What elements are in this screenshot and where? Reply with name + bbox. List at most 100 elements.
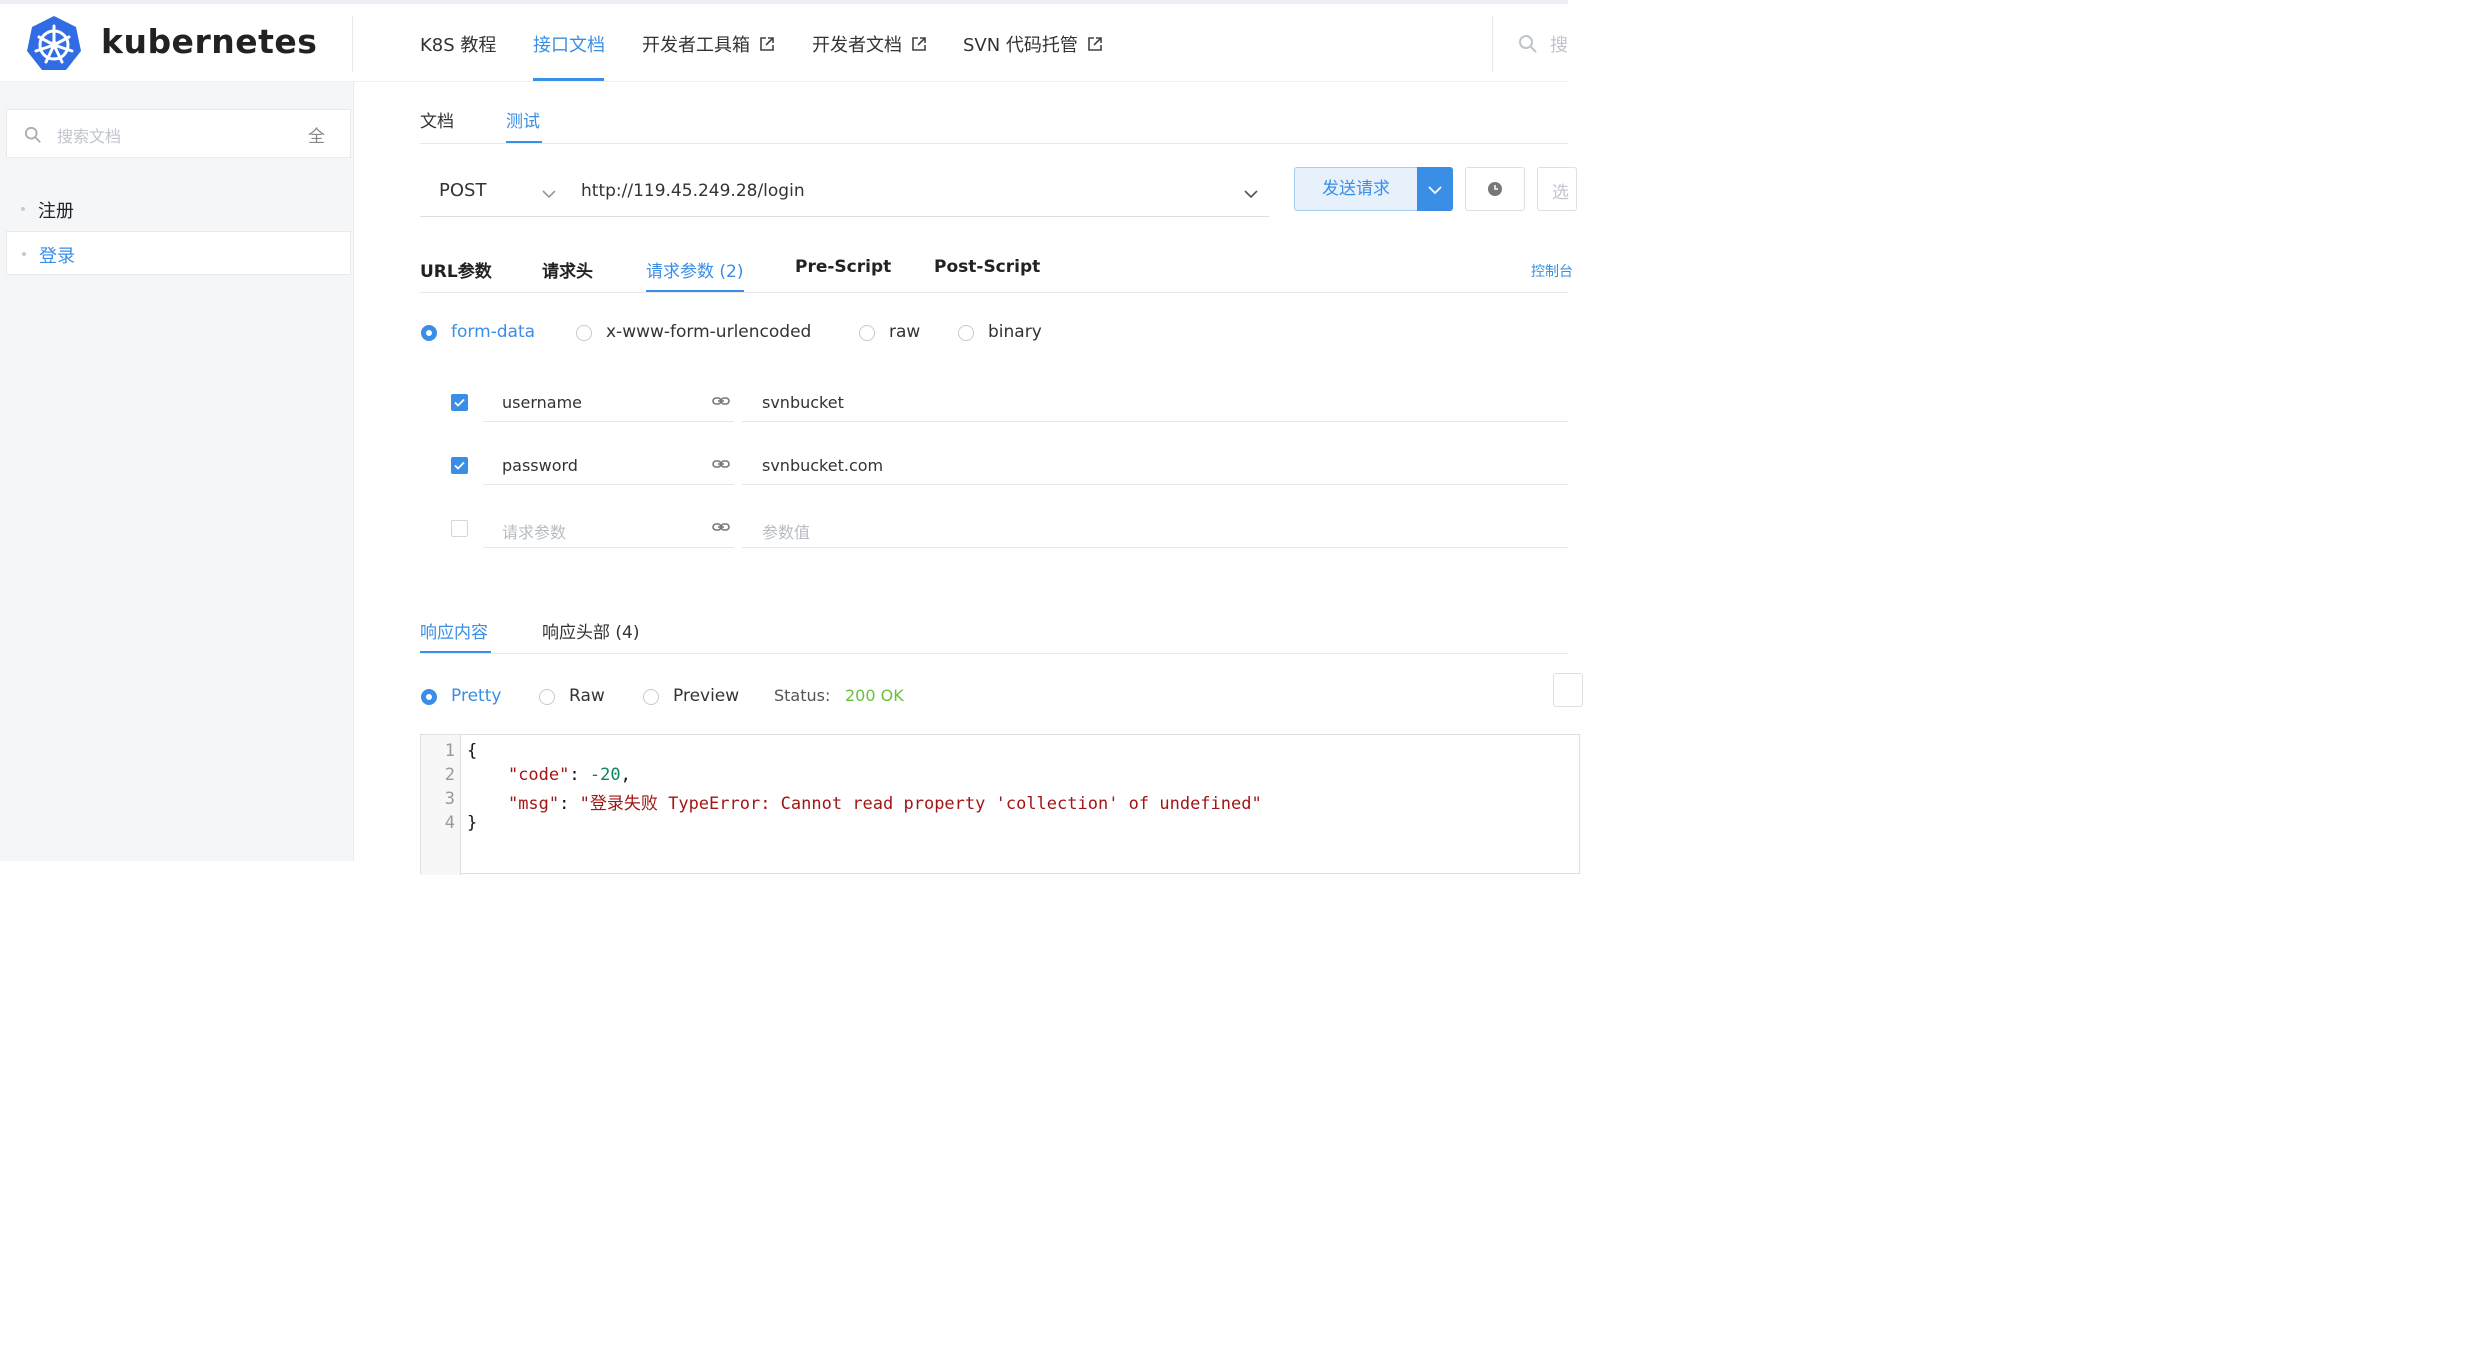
search-scope-toggle[interactable]: 全 [308, 122, 325, 147]
param-value-input[interactable]: svnbucket [762, 393, 844, 412]
nav-api-docs[interactable]: 接口文档 [533, 31, 605, 57]
status-label: Status: [774, 686, 831, 705]
radio-form-data[interactable] [421, 325, 437, 341]
value-underline [742, 484, 1568, 485]
code-line: "code": -20, [507, 765, 631, 785]
radio-binary[interactable] [958, 325, 974, 341]
response-body-editor[interactable]: 1 2 3 4 { "code": -20, "msg": "登录失败 Type… [420, 734, 1580, 875]
bullet-dot [22, 252, 26, 256]
nav-label: 开发者工具箱 [642, 35, 750, 56]
chevron-down-icon[interactable] [542, 184, 556, 203]
nav-label: SVN 代码托管 [963, 35, 1078, 56]
external-link-icon [1082, 36, 1103, 54]
sidebar-item-register[interactable]: 注册 [6, 187, 351, 231]
tab-request-params[interactable]: 请求参数 (2) [646, 257, 743, 282]
value-underline [742, 421, 1568, 422]
send-request-button[interactable]: 发送请求 [1294, 167, 1418, 211]
param-checkbox-new[interactable] [451, 520, 468, 537]
sidebar-search-input[interactable]: 搜索文档 [57, 123, 121, 147]
url-input[interactable]: http://119.45.249.28/login [581, 181, 805, 201]
method-select[interactable]: POST [439, 180, 486, 201]
history-button[interactable] [1465, 167, 1525, 211]
tab-pre-script[interactable]: Pre-Script [795, 257, 891, 277]
param-value-input[interactable]: svnbucket.com [762, 456, 883, 475]
json-string: "登录失败 TypeError: Cannot read property 'c… [579, 794, 1262, 814]
external-link-icon [754, 36, 775, 54]
key-underline [483, 421, 734, 422]
code-line: { [467, 741, 478, 761]
radio-label-pretty[interactable]: Pretty [451, 686, 501, 706]
nav-active-indicator [533, 78, 604, 81]
nav-label: 开发者文档 [812, 35, 902, 56]
tab-docs[interactable]: 文档 [420, 107, 454, 132]
response-action-button[interactable] [1553, 673, 1583, 707]
radio-label-raw[interactable]: raw [889, 322, 920, 342]
tab-url-params[interactable]: URL参数 [420, 257, 492, 282]
console-link[interactable]: 控制台 [1531, 261, 1573, 281]
chevron-down-icon[interactable] [1244, 184, 1258, 203]
response-tabs-divider [420, 653, 1568, 654]
check-icon [454, 398, 465, 407]
radio-urlencoded[interactable] [576, 325, 592, 341]
param-key-input[interactable]: password [502, 456, 578, 475]
sidebar: 搜索文档 全 注册 登录 [0, 82, 354, 861]
param-value-input[interactable]: 参数值 [762, 519, 810, 543]
bullet-dot [21, 207, 25, 211]
brand-name[interactable]: kubernetes [101, 22, 317, 61]
search-icon[interactable] [1518, 34, 1538, 58]
code-line: "msg": "登录失败 TypeError: Cannot read prop… [507, 794, 1262, 814]
radio-label-preview[interactable]: Preview [673, 686, 739, 706]
tab-response-body[interactable]: 响应内容 [420, 618, 488, 643]
json-key: "code" [507, 765, 570, 785]
more-button[interactable]: 选 [1537, 167, 1577, 211]
check-icon [454, 461, 465, 470]
nav-k8s-tutorial[interactable]: K8S 教程 [420, 31, 496, 57]
radio-preview[interactable] [643, 689, 659, 705]
line-number: 2 [444, 765, 455, 785]
tab-post-script[interactable]: Post-Script [934, 257, 1040, 277]
link-icon [712, 393, 730, 412]
value-underline [742, 547, 1568, 548]
radio-label-urlencoded[interactable]: x-www-form-urlencoded [606, 322, 811, 342]
link-icon [712, 456, 730, 475]
link-icon [712, 519, 730, 538]
radio-pretty[interactable] [421, 689, 437, 705]
search-icon [24, 126, 42, 148]
param-key-input[interactable]: 请求参数 [502, 519, 566, 543]
param-checkbox-password[interactable] [451, 457, 468, 474]
line-number: 4 [444, 813, 455, 833]
tab-headers[interactable]: 请求头 [542, 257, 593, 282]
url-underline [420, 216, 1269, 217]
json-key: "msg" [507, 794, 560, 814]
send-dropdown-button[interactable] [1417, 167, 1453, 211]
radio-raw[interactable] [859, 325, 875, 341]
sidebar-item-login[interactable]: 登录 [6, 231, 351, 275]
nav-dev-docs[interactable]: 开发者文档 [812, 31, 927, 57]
key-underline [483, 484, 734, 485]
nav-dev-toolbox[interactable]: 开发者工具箱 [642, 31, 775, 57]
key-underline [483, 547, 734, 548]
nav-svn-hosting[interactable]: SVN 代码托管 [963, 31, 1103, 57]
param-key-input[interactable]: username [502, 393, 582, 412]
line-number: 1 [444, 741, 455, 761]
line-number-gutter: 1 2 3 4 [421, 735, 461, 875]
header-divider-right [1492, 16, 1493, 72]
radio-label-raw-view[interactable]: Raw [569, 686, 605, 706]
sidebar-item-label: 登录 [39, 246, 75, 267]
sidebar-item-label: 注册 [38, 201, 74, 222]
radio-raw-view[interactable] [539, 689, 555, 705]
param-checkbox-username[interactable] [451, 394, 468, 411]
clock-icon [1466, 182, 1524, 214]
radio-label-binary[interactable]: binary [988, 322, 1042, 342]
line-number: 3 [444, 789, 455, 809]
tabs-divider [420, 143, 1568, 144]
param-tabs-divider [420, 292, 1568, 293]
radio-label-form-data[interactable]: form-data [451, 322, 535, 342]
header-divider [352, 16, 353, 72]
header-search-input[interactable]: 搜 [1550, 31, 1568, 57]
kubernetes-logo-icon[interactable] [24, 14, 84, 78]
sidebar-search-box[interactable]: 搜索文档 全 [6, 109, 351, 158]
tab-response-headers[interactable]: 响应头部 (4) [542, 618, 639, 643]
tab-test[interactable]: 测试 [506, 107, 540, 132]
top-header: kubernetes K8S 教程 接口文档 开发者工具箱 开发者文档 SVN … [0, 4, 1568, 82]
